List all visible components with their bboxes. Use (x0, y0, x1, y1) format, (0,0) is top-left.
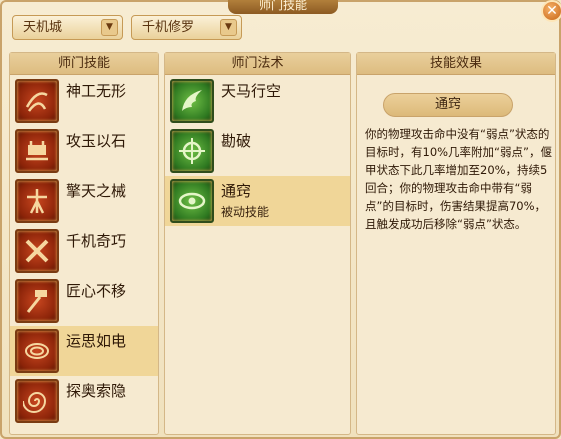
window-title: 师门技能 (228, 0, 338, 14)
skill-name: 千机奇巧 (66, 232, 127, 250)
spell-name: 勘破 (221, 132, 252, 150)
city-dropdown-value: 天机城 (23, 20, 63, 35)
skill-window: 师门技能 ✕ 天机城 ▼ 千机修罗 ▼ 师门技能 神工无形 攻玉以石 擎天之械 (0, 0, 561, 439)
vortex-icon (15, 329, 59, 373)
spell-row-tianma[interactable]: 天马行空 (165, 76, 350, 126)
cross-tools-icon (15, 229, 59, 273)
spell-row-kanpo[interactable]: 勘破 (165, 126, 350, 176)
skill-name: 匠心不移 (66, 282, 127, 300)
skill-row-shengong[interactable]: 神工无形 (10, 76, 158, 126)
close-button[interactable]: ✕ (541, 0, 561, 22)
chevron-down-icon: ▼ (220, 19, 237, 36)
sect-skills-header: 师门技能 (10, 53, 158, 75)
faction-dropdown-value: 千机修罗 (142, 20, 195, 35)
skill-row-tanao[interactable]: 探奥索隐 (10, 376, 158, 426)
spell-type-label: 被动技能 (221, 205, 270, 219)
effect-skill-name: 通窍 (383, 93, 513, 117)
city-dropdown[interactable]: 天机城 ▼ (12, 15, 123, 40)
spell-name: 通窍 (221, 182, 252, 200)
spell-row-tongqiao[interactable]: 通窍 被动技能 (165, 176, 350, 226)
chevron-down-icon: ▼ (101, 19, 118, 36)
skill-effect-header: 技能效果 (357, 53, 555, 75)
faction-dropdown[interactable]: 千机修罗 ▼ (131, 15, 242, 40)
crosshair-icon (170, 129, 214, 173)
skill-name: 探奥索隐 (66, 382, 127, 400)
skill-name: 擎天之械 (66, 182, 127, 200)
skill-name: 攻玉以石 (66, 132, 127, 150)
gear-swirl-icon (15, 79, 59, 123)
skill-row-gongyu[interactable]: 攻玉以石 (10, 126, 158, 176)
skill-name: 运思如电 (66, 332, 127, 350)
skill-row-qingtian[interactable]: 擎天之械 (10, 176, 158, 226)
effect-description: 你的物理攻击命中没有“弱点”状态的目标时，有10%几率附加“弱点”，偃甲状态下此… (365, 127, 552, 231)
jade-crush-icon (15, 129, 59, 173)
skill-row-yunsi[interactable]: 运思如电 (10, 326, 158, 376)
spell-name: 天马行空 (221, 82, 282, 100)
skill-row-qianji[interactable]: 千机奇巧 (10, 226, 158, 276)
sect-spells-panel: 师门法术 天马行空 勘破 通窍 被动技能 (164, 52, 351, 435)
skill-row-jiangxin[interactable]: 匠心不移 (10, 276, 158, 326)
hammer-icon (15, 279, 59, 323)
sect-spells-header: 师门法术 (165, 53, 350, 75)
skill-name: 神工无形 (66, 82, 127, 100)
wing-icon (170, 79, 214, 123)
skill-effect-panel: 技能效果 通窍 你的物理攻击命中没有“弱点”状态的目标时，有10%几率附加“弱点… (356, 52, 556, 435)
eye-icon (170, 179, 214, 223)
sect-skills-panel: 师门技能 神工无形 攻玉以石 擎天之械 千机奇巧 匠心不移 运思如电 探奥索隐 (9, 52, 159, 435)
spiral-icon (15, 379, 59, 423)
tower-mechanism-icon (15, 179, 59, 223)
